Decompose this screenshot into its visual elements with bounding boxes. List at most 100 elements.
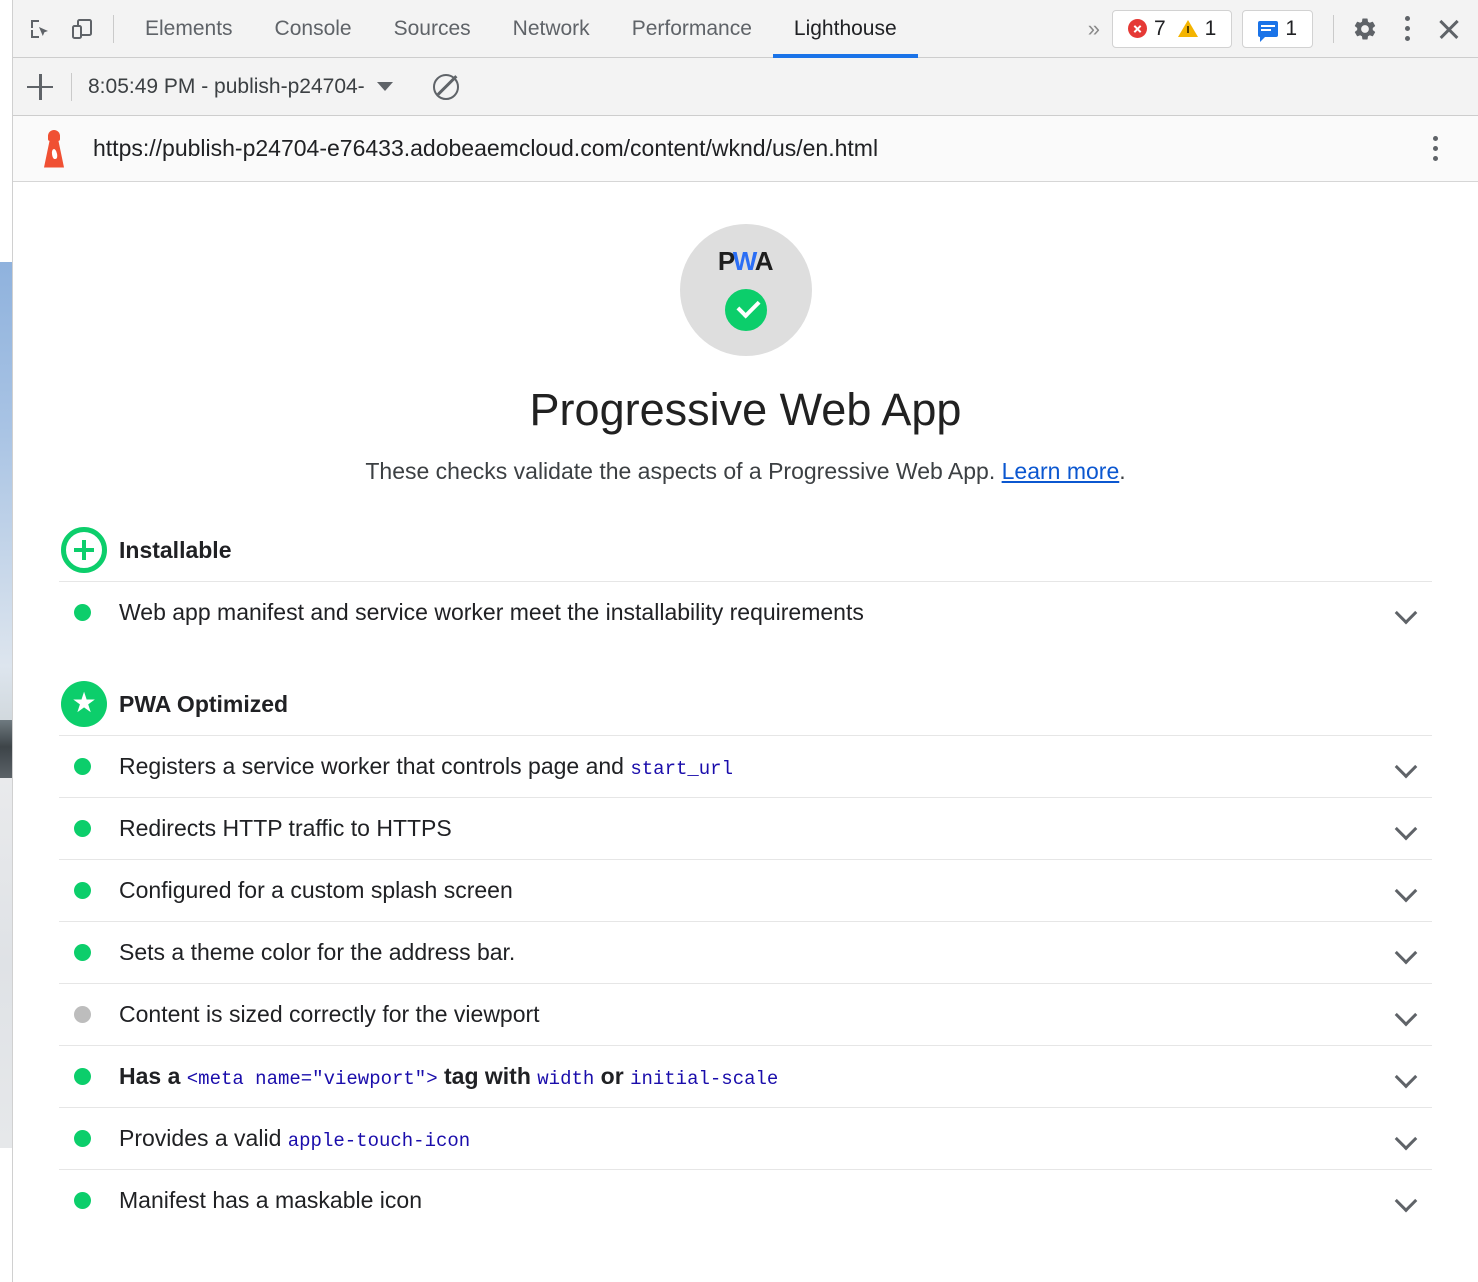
audit-status	[61, 604, 113, 621]
audit-label: Registers a service worker that controls…	[119, 753, 733, 780]
section-gap	[59, 643, 1432, 673]
tab-sources[interactable]: Sources	[373, 0, 492, 58]
audit-row[interactable]: Registers a service worker that controls…	[59, 735, 1432, 797]
status-dot-pass	[74, 1130, 91, 1147]
chevron-down-icon[interactable]	[1396, 819, 1416, 839]
audit-row[interactable]: Sets a theme color for the address bar.	[59, 921, 1432, 983]
toolbar-right-group: » 7 1 1	[1074, 8, 1478, 50]
page-sky-region	[0, 262, 12, 732]
tab-label: Sources	[394, 17, 471, 41]
audit-row[interactable]: Web app manifest and service worker meet…	[59, 581, 1432, 643]
issues-counter[interactable]: 7 1	[1112, 10, 1232, 48]
chevron-down-icon[interactable]	[1396, 1005, 1416, 1025]
pwa-logo-a: A	[755, 246, 773, 276]
report-selector-dropdown[interactable]: 8:05:49 PM - publish-p24704-	[82, 71, 399, 103]
tab-network[interactable]: Network	[492, 0, 611, 58]
audit-label: Has a <meta name="viewport"> tag with wi…	[119, 1063, 778, 1090]
devtools-window: Elements Console Sources Network Perform…	[0, 0, 1478, 1282]
report-description: These checks validate the aspects of a P…	[13, 458, 1478, 485]
toolbar-divider-2	[1333, 15, 1334, 43]
status-dot-pass	[74, 944, 91, 961]
message-count: 1	[1285, 17, 1297, 41]
no-entry-icon	[433, 74, 459, 100]
section-header-pwa-optimized: ★ PWA Optimized	[59, 673, 1432, 735]
error-icon	[1128, 19, 1147, 38]
status-dot-pass	[74, 758, 91, 775]
audit-status	[61, 944, 113, 961]
audit-label: Content is sized correctly for the viewp…	[119, 1001, 540, 1028]
audit-list: Installable Web app manifest and service…	[13, 519, 1478, 1231]
pwa-gauge: PWA	[680, 224, 812, 356]
audit-label: Provides a valid apple-touch-icon	[119, 1125, 470, 1152]
warning-count: 1	[1205, 17, 1217, 41]
report-url: https://publish-p24704-e76433.adobeaemcl…	[93, 135, 878, 162]
audit-row[interactable]: Manifest has a maskable icon	[59, 1169, 1432, 1231]
tab-console[interactable]: Console	[254, 0, 373, 58]
description-text-before: These checks validate the aspects of a P…	[365, 458, 1001, 484]
audit-row[interactable]: Redirects HTTP traffic to HTTPS	[59, 797, 1432, 859]
device-toolbar-icon[interactable]	[61, 8, 103, 50]
audit-label: Manifest has a maskable icon	[119, 1187, 422, 1214]
underlying-page-sliver	[0, 0, 12, 1282]
page-lower-region	[0, 778, 12, 1148]
chevron-down-icon[interactable]	[1396, 1129, 1416, 1149]
section-title: Installable	[119, 537, 231, 564]
report-selector-label: 8:05:49 PM - publish-p24704-	[88, 75, 365, 99]
more-tabs-icon[interactable]: »	[1074, 16, 1112, 42]
learn-more-link[interactable]: Learn more	[1002, 458, 1120, 484]
inspect-element-icon[interactable]	[19, 8, 61, 50]
close-icon[interactable]	[1428, 8, 1470, 50]
plus-circle-icon	[61, 527, 113, 573]
audit-row[interactable]: Has a <meta name="viewport"> tag with wi…	[59, 1045, 1432, 1107]
check-circle-icon	[721, 285, 771, 335]
error-counter: 7	[1128, 17, 1166, 41]
subbar-divider	[71, 73, 72, 101]
lighthouse-icon	[39, 130, 69, 168]
pwa-logo: PWA	[718, 248, 773, 276]
tab-label: Elements	[145, 17, 233, 41]
tab-label: Performance	[632, 17, 752, 41]
audit-row[interactable]: Configured for a custom splash screen	[59, 859, 1432, 921]
chevron-down-icon[interactable]	[1396, 1067, 1416, 1087]
audit-status	[61, 1006, 113, 1023]
message-counter: 1	[1258, 17, 1297, 41]
message-icon	[1258, 21, 1278, 37]
chevron-down-icon[interactable]	[1396, 881, 1416, 901]
warning-icon	[1178, 20, 1198, 37]
lighthouse-report: PWA Progressive Web App These checks val…	[13, 182, 1478, 1282]
kebab-menu-icon[interactable]	[1386, 8, 1428, 50]
status-dot-pass	[74, 1192, 91, 1209]
star-circle-icon: ★	[61, 681, 113, 727]
page-ground-region	[0, 720, 12, 780]
gear-icon[interactable]	[1344, 8, 1386, 50]
chevron-down-icon[interactable]	[1396, 943, 1416, 963]
tab-performance[interactable]: Performance	[611, 0, 773, 58]
audit-status	[61, 1068, 113, 1085]
devtools-tabs: Elements Console Sources Network Perform…	[124, 0, 918, 58]
audit-label: Sets a theme color for the address bar.	[119, 939, 515, 966]
lighthouse-subbar: 8:05:49 PM - publish-p24704-	[13, 58, 1478, 116]
messages-counter[interactable]: 1	[1242, 10, 1313, 48]
audit-status	[61, 820, 113, 837]
status-dot-pass	[74, 604, 91, 621]
audit-label: Redirects HTTP traffic to HTTPS	[119, 815, 452, 842]
report-menu-icon[interactable]	[1414, 128, 1456, 170]
audit-row[interactable]: Provides a valid apple-touch-icon	[59, 1107, 1432, 1169]
audit-status	[61, 758, 113, 775]
audit-row[interactable]: Content is sized correctly for the viewp…	[59, 983, 1432, 1045]
tab-label: Network	[513, 17, 590, 41]
audit-status	[61, 882, 113, 899]
chevron-down-icon[interactable]	[1396, 757, 1416, 777]
new-report-button[interactable]	[19, 66, 61, 108]
clear-reports-button[interactable]	[425, 66, 467, 108]
section-title: PWA Optimized	[119, 691, 288, 718]
section-header-installable: Installable	[59, 519, 1432, 581]
chevron-down-icon[interactable]	[1396, 603, 1416, 623]
tab-lighthouse[interactable]: Lighthouse	[773, 0, 918, 58]
chevron-down-icon[interactable]	[1396, 1191, 1416, 1211]
tab-label: Lighthouse	[794, 17, 897, 41]
tab-elements[interactable]: Elements	[124, 0, 254, 58]
devtools-panel: Elements Console Sources Network Perform…	[13, 0, 1478, 1282]
error-count: 7	[1154, 17, 1166, 41]
status-dot-pass	[74, 1068, 91, 1085]
